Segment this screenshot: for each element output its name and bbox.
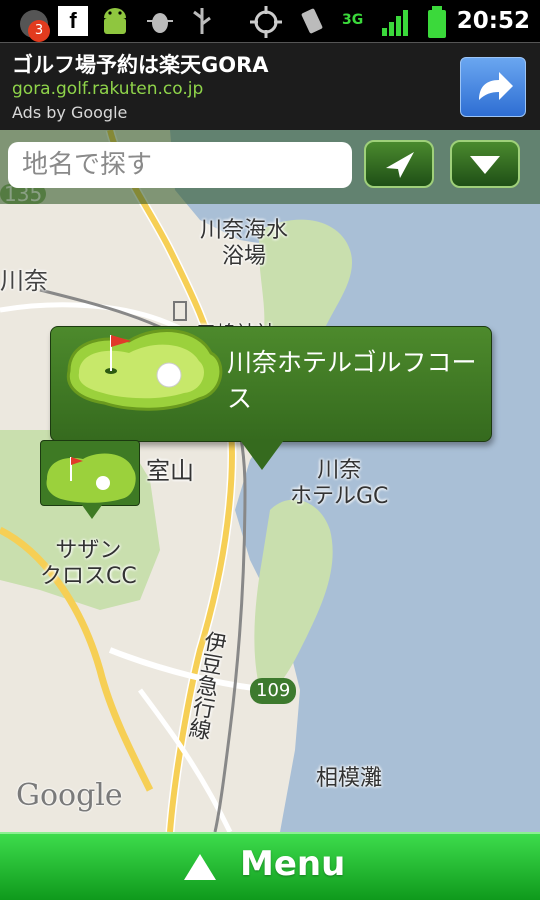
search-bar (0, 130, 540, 204)
ad-banner[interactable]: ゴルフ場予約は楽天GORA gora.golf.rakuten.co.jp Ad… (0, 42, 540, 132)
southern-cross-label: サザン クロスCC (40, 538, 137, 589)
search-input[interactable] (8, 142, 352, 188)
triangle-up-icon (184, 854, 216, 880)
triangle-down-icon (470, 156, 500, 174)
clock: 20:52 (456, 8, 530, 34)
golf-course-marker[interactable] (40, 440, 140, 506)
golf-course-callout[interactable]: 川奈ホテルゴルフコース (50, 326, 492, 442)
ad-attribution: Ads by Google (12, 103, 128, 122)
marker-pointer (82, 505, 102, 519)
signal-icon (382, 10, 408, 36)
google-logo: Google (16, 778, 123, 813)
vibrate-icon (301, 8, 323, 34)
hotel-gc-label: 川奈 ホテルGC (290, 458, 389, 509)
sagami-bay-label: 相模灘 (316, 766, 383, 791)
usb-icon (193, 8, 211, 34)
bug-icon (147, 13, 173, 33)
ad-open-button[interactable] (460, 57, 526, 117)
golf-course-icon (46, 453, 136, 503)
battery-icon (428, 6, 446, 38)
facebook-icon: f (58, 6, 88, 36)
share-arrow-icon (479, 72, 513, 100)
callout-pointer (240, 440, 284, 470)
notification-badge: 3 (28, 20, 50, 42)
muroyama-label: 室山 (146, 457, 194, 485)
ad-url[interactable]: gora.golf.rakuten.co.jp (12, 79, 203, 99)
station-label: 川奈 (0, 267, 48, 295)
dropdown-button[interactable] (450, 140, 520, 188)
menu-bar[interactable]: Menu (0, 832, 540, 900)
current-location-button[interactable] (364, 140, 434, 188)
callout-title[interactable]: 川奈ホテルゴルフコース (227, 345, 477, 417)
android-icon (104, 8, 126, 34)
location-arrow-icon (386, 152, 414, 178)
network-3g-icon: 3G (342, 12, 364, 28)
status-bar: 3 f 3G 20:52 (0, 0, 540, 42)
route-109-sign: 109 (250, 678, 297, 704)
ad-title[interactable]: ゴルフ場予約は楽天GORA (12, 49, 269, 79)
beach-label: 川奈海水 浴場 (200, 218, 289, 269)
menu-button-label[interactable]: Menu (240, 844, 345, 884)
gps-icon (250, 6, 282, 38)
golf-course-icon (66, 329, 223, 411)
